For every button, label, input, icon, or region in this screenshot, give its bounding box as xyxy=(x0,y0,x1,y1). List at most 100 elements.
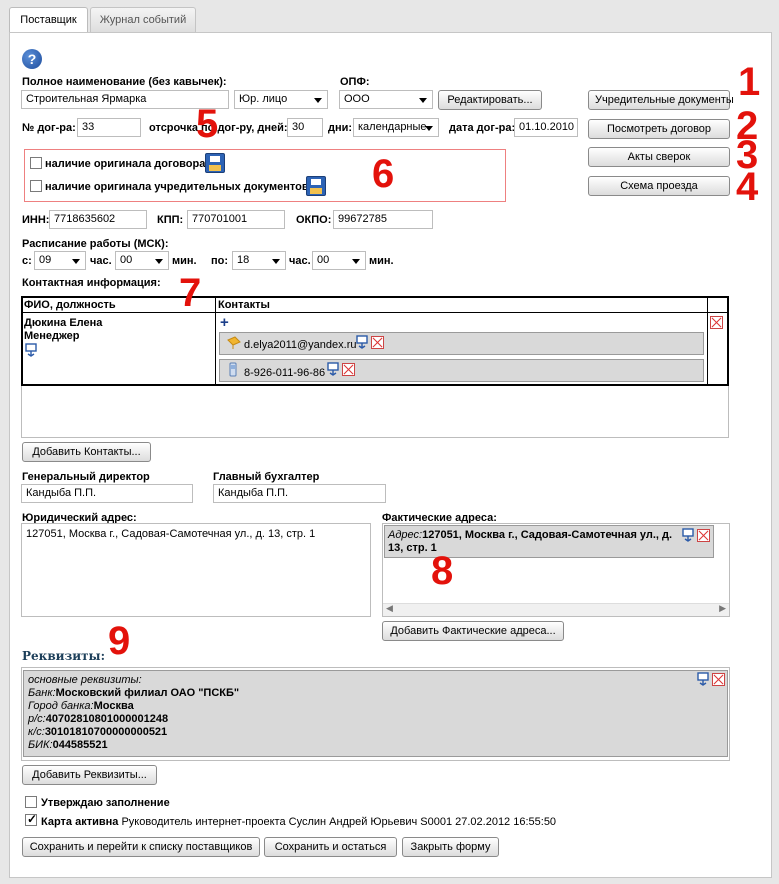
director-input[interactable]: Кандыба П.П. xyxy=(21,484,193,503)
add-contacts-button[interactable]: Добавить Контакты... xyxy=(22,442,151,462)
email-icon xyxy=(227,336,241,349)
full-name-label: Полное наименование (без кавычек): xyxy=(22,76,227,88)
original-contract-checkbox[interactable] xyxy=(30,157,42,169)
deferral-label: отсрочка по дог-ру, дней: xyxy=(149,122,288,134)
reconciliation-acts-button[interactable]: Акты сверок xyxy=(588,147,730,167)
annotation-5: 5 xyxy=(196,102,219,146)
rs-label: р/с: xyxy=(28,713,46,725)
contract-date-input[interactable]: 01.10.2010 xyxy=(514,118,578,137)
original-docs-checkbox[interactable] xyxy=(30,180,42,192)
original-contract-label: наличие оригинала договора xyxy=(45,158,206,170)
hour-label: час. xyxy=(90,255,112,267)
confirm-checkbox[interactable] xyxy=(25,796,37,808)
requisites-text: основные реквизиты: Банк:Московский фили… xyxy=(28,674,239,752)
director-label: Генеральный директор xyxy=(22,471,150,483)
opf-label: ОПФ: xyxy=(340,76,370,88)
days-select[interactable]: календарные xyxy=(353,118,439,137)
okpo-input[interactable]: 99672785 xyxy=(333,210,433,229)
edit-pencil-icon[interactable] xyxy=(25,343,37,357)
min-label: мин. xyxy=(369,255,394,267)
card-active-label: Карта активна xyxy=(41,816,119,828)
delete-phone-icon[interactable] xyxy=(342,363,355,376)
from-min-select[interactable]: 00 xyxy=(115,251,169,270)
kpp-label: КПП: xyxy=(157,214,184,226)
save-disk-icon[interactable] xyxy=(306,176,326,196)
from-hour-select[interactable]: 09 xyxy=(34,251,86,270)
city-label: Город банка: xyxy=(28,700,94,712)
requisites-label: Реквизиты: xyxy=(22,649,106,663)
accountant-label: Главный бухгалтер xyxy=(213,471,320,483)
founding-docs-button[interactable]: Учредительные документы xyxy=(588,90,734,110)
table-header-divider xyxy=(21,312,729,313)
tab-supplier-label: Поставщик xyxy=(20,14,77,26)
annotation-7: 7 xyxy=(179,271,202,315)
city-value: Москва xyxy=(93,700,134,712)
add-requisites-button[interactable]: Добавить Реквизиты... xyxy=(22,765,157,785)
bik-label: БИК: xyxy=(28,739,53,751)
tab-event-log-label: Журнал событий xyxy=(99,14,187,26)
edit-pencil-icon[interactable] xyxy=(356,335,368,349)
bank-label: Банк: xyxy=(28,687,56,699)
to-min-select[interactable]: 00 xyxy=(312,251,366,270)
schedule-to-label: по: xyxy=(211,255,229,267)
card-active-checkbox[interactable] xyxy=(25,812,37,826)
edit-pencil-icon[interactable] xyxy=(697,672,709,686)
contract-no-label: № дог-ра: xyxy=(22,122,76,134)
ks-row: к/с:30101810700000000521 xyxy=(28,726,239,739)
bank-row: Банк:Московский филиал ОАО "ПСКБ" xyxy=(28,687,239,700)
hour-label: час. xyxy=(289,255,311,267)
schedule-label: Расписание работы (МСК): xyxy=(22,238,169,250)
add-actual-address-button[interactable]: Добавить Фактические адреса... xyxy=(382,621,564,641)
scroll-right-icon[interactable]: ▶ xyxy=(719,603,726,614)
legal-address-textarea[interactable]: 127051, Москва г., Садовая-Самотечная ул… xyxy=(21,523,371,617)
inn-input[interactable]: 7718635602 xyxy=(49,210,147,229)
contacts-table-empty-area xyxy=(21,386,729,438)
phone-value[interactable]: 8-926-011-96-86 xyxy=(244,367,325,379)
close-form-button[interactable]: Закрыть форму xyxy=(402,837,499,857)
horizontal-scrollbar[interactable]: ◀ ▶ xyxy=(383,603,729,616)
opf-select[interactable]: ООО xyxy=(339,90,433,109)
delete-email-icon[interactable] xyxy=(371,336,384,349)
table-col-divider xyxy=(707,296,708,386)
scroll-left-icon[interactable]: ◀ xyxy=(386,603,393,614)
save-stay-button[interactable]: Сохранить и остаться xyxy=(264,837,397,857)
annotation-8: 8 xyxy=(431,549,454,593)
delete-person-icon[interactable] xyxy=(710,316,723,329)
add-contact-icon[interactable]: + xyxy=(220,314,229,331)
annotation-1: 1 xyxy=(738,60,761,104)
email-value[interactable]: d.elya2011@yandex.ru xyxy=(244,339,356,351)
contract-date-label: дата дог-ра: xyxy=(449,122,516,134)
view-contract-button[interactable]: Посмотреть договор xyxy=(588,119,730,139)
route-map-button[interactable]: Схема проезда xyxy=(588,176,730,196)
rs-value: 40702810801000001248 xyxy=(45,713,169,725)
min-label: мин. xyxy=(172,255,197,267)
contract-no-input[interactable]: 33 xyxy=(77,118,141,137)
edit-pencil-icon[interactable] xyxy=(327,362,339,376)
contact-info-label: Контактная информация: xyxy=(22,277,161,289)
edit-pencil-icon[interactable] xyxy=(682,528,694,542)
requisites-header: основные реквизиты: xyxy=(28,674,142,686)
kpp-input[interactable]: 770701001 xyxy=(187,210,285,229)
delete-address-icon[interactable] xyxy=(697,529,710,542)
annotation-9: 9 xyxy=(108,619,131,663)
help-icon[interactable]: ? xyxy=(22,49,42,69)
delete-requisites-icon[interactable] xyxy=(712,673,725,686)
accountant-input[interactable]: Кандыба П.П. xyxy=(213,484,386,503)
tab-event-log[interactable]: Журнал событий xyxy=(90,7,196,32)
col-name-header: ФИО, должность xyxy=(24,299,116,311)
save-disk-icon[interactable] xyxy=(205,153,225,173)
days-label: дни: xyxy=(328,122,353,134)
edit-opf-button[interactable]: Редактировать... xyxy=(438,90,542,110)
deferral-input[interactable]: 30 xyxy=(287,118,323,137)
city-row: Город банка:Москва xyxy=(28,700,239,713)
annotation-4: 4 xyxy=(736,165,759,209)
save-to-list-button[interactable]: Сохранить и перейти к списку поставщиков xyxy=(22,837,260,857)
person-name: Дюкина Елена xyxy=(24,317,103,329)
ks-value: 30101810700000000521 xyxy=(44,726,168,738)
bik-value: 044585521 xyxy=(52,739,108,751)
entity-type-select[interactable]: Юр. лицо xyxy=(234,90,328,109)
card-active-row: Карта активна Руководитель интернет-прое… xyxy=(41,816,556,828)
to-hour-select[interactable]: 18 xyxy=(232,251,286,270)
confirm-label: Утверждаю заполнение xyxy=(41,797,170,809)
tab-supplier[interactable]: Поставщик xyxy=(9,7,88,33)
